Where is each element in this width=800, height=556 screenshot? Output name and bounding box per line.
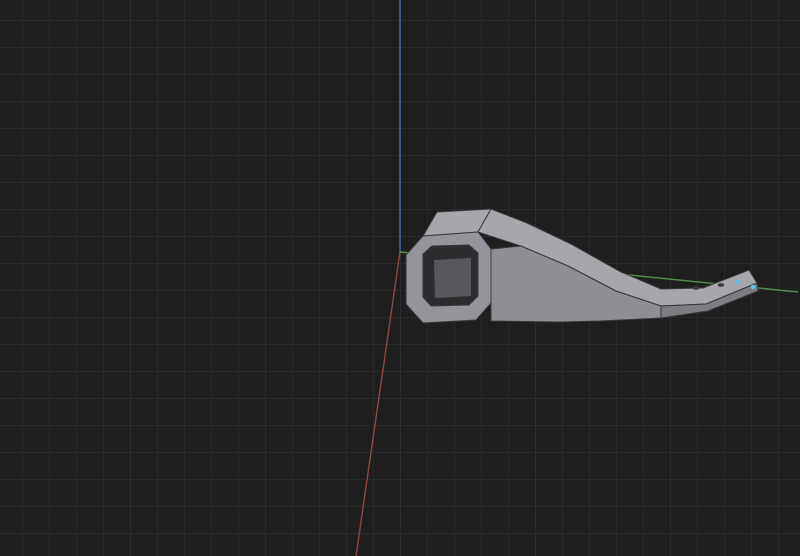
x-axis-line [356,252,400,556]
selected-vertex-1[interactable] [736,280,740,284]
model-tip-hole-2[interactable] [718,283,724,287]
viewport-3d[interactable] [0,0,800,556]
scene-canvas[interactable] [0,0,800,556]
selected-vertex-2[interactable] [751,285,755,289]
model-hole-back-face [434,258,471,298]
model-bracket[interactable] [406,209,758,323]
model-tip-hole-1[interactable] [693,286,699,290]
